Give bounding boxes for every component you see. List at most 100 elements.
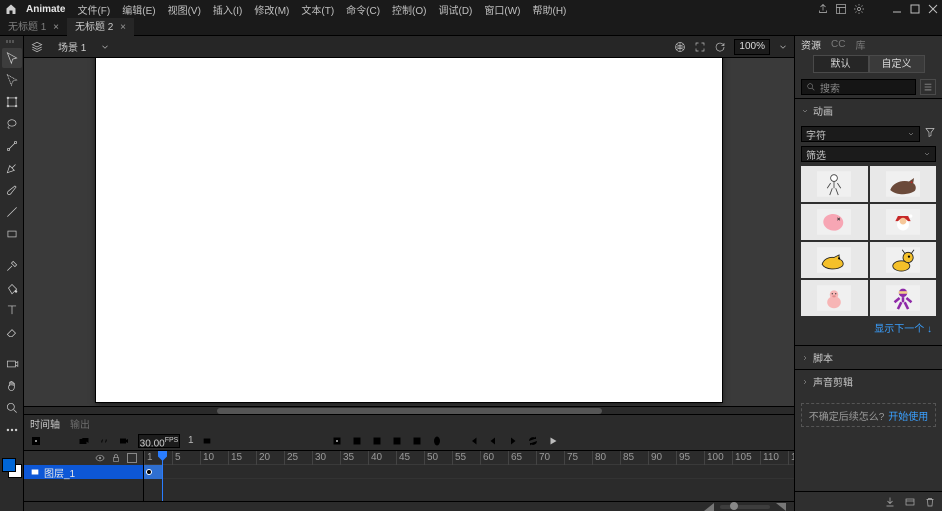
menu-text[interactable]: 文本(T) [295, 2, 340, 17]
lasso-tool[interactable] [2, 114, 22, 134]
keyframe[interactable] [146, 469, 152, 475]
menu-view[interactable]: 视图(V) [162, 2, 207, 17]
filter-icon[interactable] [924, 126, 936, 138]
rig-dog-crawl[interactable] [801, 242, 868, 278]
layout-icon[interactable] [834, 2, 848, 16]
chevron-down-icon[interactable] [100, 42, 110, 52]
ruler-tick[interactable]: 70 [536, 451, 550, 465]
rectangle-tool[interactable] [2, 224, 22, 244]
chevron-down-icon[interactable] [778, 42, 788, 52]
ruler-tick[interactable]: 45 [396, 451, 410, 465]
bone-tool[interactable] [2, 136, 22, 156]
scene-name[interactable]: 场景 1 [52, 39, 92, 54]
more-tools[interactable] [2, 420, 22, 440]
section-header[interactable]: 动画 [801, 103, 936, 118]
tab-timeline[interactable]: 时间轴 [30, 416, 60, 431]
ruler-tick[interactable]: 1 [144, 451, 153, 465]
ruler-tick[interactable]: 95 [676, 451, 690, 465]
track-row[interactable] [144, 465, 794, 479]
ruler-tick[interactable]: 110 [760, 451, 779, 465]
publish-icon[interactable] [674, 41, 686, 53]
stroke-color[interactable] [2, 458, 16, 472]
ruler-tick[interactable]: 65 [508, 451, 522, 465]
play-icon[interactable] [547, 435, 559, 447]
mode-custom[interactable]: 自定义 [869, 55, 925, 73]
section-audio[interactable]: 声音剪辑 [795, 369, 942, 393]
ruler-tick[interactable]: 80 [592, 451, 606, 465]
frame-ruler[interactable]: 1510152025303540455055606570758085909510… [144, 451, 794, 465]
outline-icon[interactable] [127, 453, 137, 463]
layer-row[interactable]: 图层_1 [24, 465, 143, 479]
link-icon[interactable] [98, 435, 110, 447]
search-input[interactable]: 搜索 [801, 79, 916, 95]
ruler-tick[interactable]: 5 [172, 451, 181, 465]
ruler-tick[interactable]: 75 [564, 451, 578, 465]
playhead[interactable] [162, 451, 163, 501]
gear-icon[interactable] [852, 2, 866, 16]
line-tool[interactable] [2, 202, 22, 222]
close-icon[interactable]: × [53, 22, 59, 33]
ruler-tick[interactable]: 100 [704, 451, 724, 465]
free-transform-tool[interactable] [2, 92, 22, 112]
eyedropper-tool[interactable] [2, 256, 22, 276]
ruler-tick[interactable]: 90 [648, 451, 662, 465]
ruler-tick[interactable]: 20 [256, 451, 270, 465]
close-icon[interactable] [926, 2, 940, 16]
insert-blank-kf-icon[interactable] [351, 435, 363, 447]
menu-modify[interactable]: 修改(M) [248, 2, 295, 17]
mode-default[interactable]: 默认 [813, 55, 869, 73]
grid-view-icon[interactable] [920, 79, 936, 95]
first-frame-icon[interactable] [467, 435, 479, 447]
character-filter[interactable]: 字符 [801, 126, 920, 142]
menu-insert[interactable]: 插入(I) [207, 2, 248, 17]
menu-help[interactable]: 帮助(H) [527, 2, 573, 17]
hand-tool[interactable] [2, 376, 22, 396]
frame-span[interactable] [144, 465, 162, 479]
prev-frame-icon[interactable] [487, 435, 499, 447]
camera-tool[interactable] [2, 354, 22, 374]
loop-icon[interactable] [527, 435, 539, 447]
add-layer-icon[interactable] [78, 435, 90, 447]
remove-frame-icon[interactable] [411, 435, 423, 447]
brush-tool[interactable] [2, 180, 22, 200]
grip-icon[interactable] [6, 40, 18, 43]
ruler-tick[interactable]: 105 [732, 451, 752, 465]
rotate-icon[interactable] [714, 41, 726, 53]
ruler-tick[interactable]: 10 [200, 451, 214, 465]
share-icon[interactable] [816, 2, 830, 16]
menu-file[interactable]: 文件(F) [71, 2, 116, 17]
ruler-tick[interactable]: 60 [480, 451, 494, 465]
text-tool[interactable] [2, 300, 22, 320]
import-icon[interactable] [884, 496, 896, 508]
show-next-link[interactable]: 显示下一个 ↓ [801, 316, 936, 341]
menu-debug[interactable]: 调试(D) [433, 2, 479, 17]
tab-assets[interactable]: 资源 [801, 37, 821, 52]
menu-ctrl[interactable]: 控制(O) [386, 2, 432, 17]
timeline-track[interactable]: 1510152025303540455055606570758085909510… [144, 451, 794, 501]
section-script[interactable]: 脚本 [795, 345, 942, 369]
stage-viewport[interactable] [24, 58, 794, 406]
lock-icon[interactable] [111, 453, 121, 463]
camera-icon[interactable] [118, 435, 130, 447]
ruler-tick[interactable]: 25 [284, 451, 298, 465]
rig-skeleton[interactable] [801, 166, 868, 202]
rig-santa[interactable] [870, 204, 937, 240]
menu-cmd[interactable]: 命令(C) [340, 2, 386, 17]
zoom-max-icon[interactable] [776, 503, 786, 511]
visibility-icon[interactable] [95, 453, 105, 463]
fps-field[interactable]: 30.00FPS [138, 434, 180, 448]
tab-doc1[interactable]: 无标题 1 × [0, 18, 67, 36]
get-started-link[interactable]: 开始使用 [888, 408, 928, 423]
rig-dog-sit[interactable] [870, 242, 937, 278]
home-icon[interactable] [2, 0, 20, 18]
next-frame-icon[interactable] [507, 435, 519, 447]
eraser-tool[interactable] [2, 322, 22, 342]
fit-screen-icon[interactable] [694, 41, 706, 53]
insert-keyframe-icon[interactable] [331, 435, 343, 447]
insert-frame-icon[interactable] [371, 435, 383, 447]
ruler-tick[interactable]: 115 [788, 451, 794, 465]
zoom-min-icon[interactable] [704, 503, 714, 511]
ruler-tick[interactable]: 35 [340, 451, 354, 465]
tab-doc2[interactable]: 无标题 2 × [67, 18, 134, 36]
scene-stack-icon[interactable] [30, 40, 44, 54]
